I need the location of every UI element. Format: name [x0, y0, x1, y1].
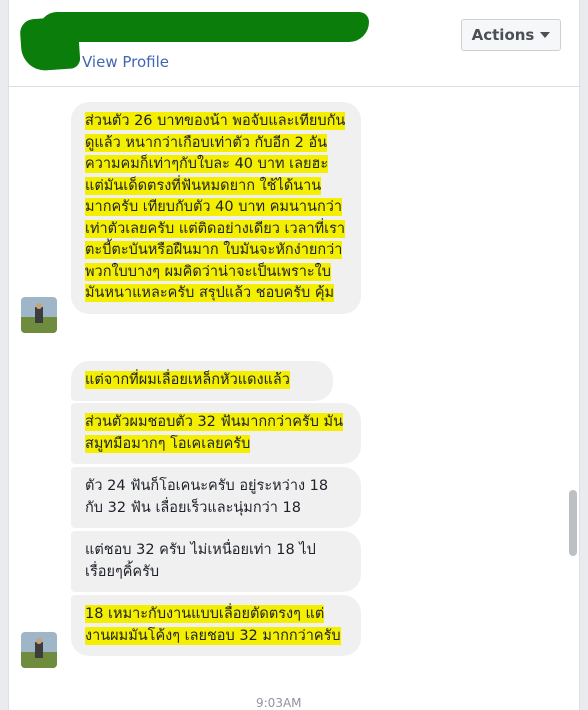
message-bubble: ส่วนตัว 26 บาทของน้า พอจับและเทียบกันดูแ…: [71, 102, 361, 314]
chat-panel: View Profile Actions ส่วนตัว 26 บาทของน้…: [8, 0, 580, 710]
redacted-avatar: [19, 16, 81, 72]
actions-label: Actions: [471, 26, 535, 44]
scrollbar[interactable]: [569, 490, 577, 556]
actions-button[interactable]: Actions: [461, 19, 561, 51]
chat-header: View Profile Actions: [9, 0, 579, 87]
avatar[interactable]: [21, 297, 57, 333]
message-bubble: แต่ชอบ 32 ครับ ไม่เหนื่อยเท่า 18 ไปเรื่อ…: [71, 531, 361, 592]
message-text: ส่วนตัวผมชอบตัว 32 ฟันมากกว่าครับ มันสมู…: [85, 413, 343, 453]
redacted-name: [39, 12, 369, 42]
message-text: ตัว 24 ฟันก็โอเคนะครับ อยู่ระหว่าง 18 กั…: [85, 478, 329, 516]
message-list[interactable]: ส่วนตัว 26 บาทของน้า พอจับและเทียบกันดูแ…: [9, 87, 579, 710]
chevron-down-icon: [540, 32, 551, 38]
message-text: ส่วนตัว 26 บาทของน้า พอจับและเทียบกันดูแ…: [85, 112, 346, 302]
timestamp: 9:03AM: [256, 696, 302, 710]
message-text: แต่ชอบ 32 ครับ ไม่เหนื่อยเท่า 18 ไปเรื่อ…: [85, 542, 316, 580]
view-profile-link[interactable]: View Profile: [82, 53, 169, 71]
message-bubble: ตัว 24 ฟันก็โอเคนะครับ อยู่ระหว่าง 18 กั…: [71, 467, 361, 528]
message-bubble: แต่จากที่ผมเลื่อยเหล็กหัวแดงแล้ว: [71, 361, 333, 401]
message-text: แต่จากที่ผมเลื่อยเหล็กหัวแดงแล้ว: [85, 371, 290, 389]
message-bubble: ส่วนตัวผมชอบตัว 32 ฟันมากกว่าครับ มันสมู…: [71, 403, 361, 464]
message-bubble: 18 เหมาะกับงานแบบเลื่อยตัดตรงๆ แต่งานผมม…: [71, 595, 361, 656]
message-text: 18 เหมาะกับงานแบบเลื่อยตัดตรงๆ แต่งานผมม…: [85, 605, 341, 645]
avatar[interactable]: [21, 632, 57, 668]
